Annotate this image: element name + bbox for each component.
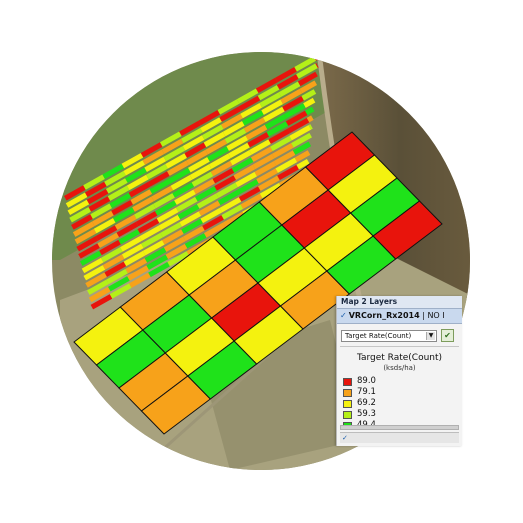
legend-title: Target Rate(Count) [356, 353, 443, 363]
legend-swatch [343, 410, 352, 419]
layer-row[interactable]: ✓ VRCorn_Rx2014 | NO I [337, 309, 462, 324]
legend-item: 79.1 [343, 387, 462, 398]
legend-swatch [343, 388, 352, 397]
apply-button[interactable]: ✔ [441, 329, 454, 342]
panel-header: Map 2 Layers [337, 296, 462, 309]
legend-swatch [343, 377, 352, 386]
map-layers-panel: Map 2 Layers ✓ VRCorn_Rx2014 | NO I Targe… [336, 296, 462, 446]
divider [340, 346, 459, 350]
legend-label: 89.0 [357, 376, 376, 386]
legend-item: 69.2 [343, 398, 462, 409]
legend-item: 89.0 [343, 376, 462, 387]
legend-label: 69.2 [357, 398, 376, 408]
legend-item: 59.3 [343, 409, 462, 420]
legend-units: (ksds/ha) [383, 364, 416, 372]
checkmark-icon[interactable]: ✓ [342, 434, 348, 442]
chevron-down-icon: ▼ [426, 332, 435, 340]
scrollbar[interactable] [340, 425, 459, 430]
attribute-select[interactable]: Target Rate(Count) ▼ [341, 330, 437, 342]
bottom-toolbar: ✓ [340, 432, 459, 443]
attribute-select-value: Target Rate(Count) [345, 332, 412, 340]
layer-suffix: | NO I [419, 311, 445, 320]
check-icon: ✔ [444, 331, 451, 340]
layer-name: VRCorn_Rx2014 [348, 311, 420, 320]
legend-label: 59.3 [357, 409, 376, 419]
legend-list: 89.079.169.259.349.4 [343, 376, 462, 431]
legend-swatch [343, 399, 352, 408]
checkmark-icon[interactable]: ✓ [340, 311, 347, 320]
legend-label: 79.1 [357, 387, 376, 397]
